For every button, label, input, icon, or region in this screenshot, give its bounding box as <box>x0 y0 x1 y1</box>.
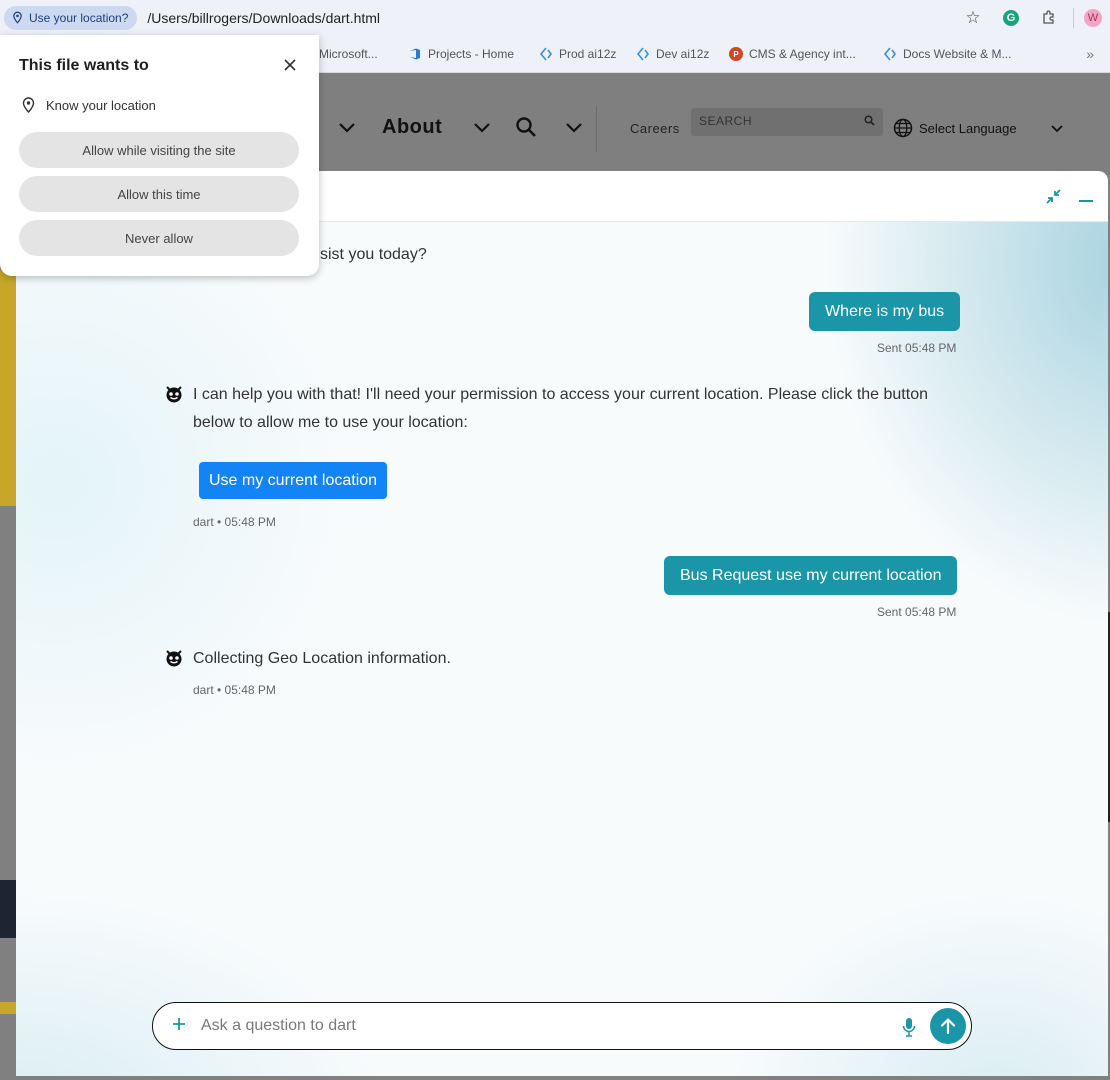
user-message-bubble: Where is my bus <box>809 292 961 331</box>
permission-request: Know your location <box>22 97 156 113</box>
bookmark-label: Prod ai12z <box>559 47 617 61</box>
azure-devops-icon <box>408 47 422 61</box>
message-meta: Sent 05:48 PM <box>877 341 957 355</box>
microphone-icon[interactable] <box>901 1017 917 1037</box>
bot-avatar-icon <box>166 386 182 403</box>
permission-request-label: Know your location <box>46 97 156 113</box>
message-meta: dart • 05:48 PM <box>193 683 276 697</box>
grammarly-icon: G <box>1003 9 1019 26</box>
message-meta: dart • 05:48 PM <box>193 515 276 529</box>
bot-avatar-icon <box>166 650 182 667</box>
greeting-message: sist you today? <box>320 246 427 263</box>
bookmark-item[interactable]: Prod ai12z <box>539 35 616 73</box>
language-selector[interactable]: Select Language <box>893 118 1017 138</box>
hero-banner-fragment <box>0 270 16 506</box>
globe-icon <box>893 118 913 138</box>
permission-title: This file wants to <box>19 57 149 74</box>
send-arrow-icon <box>940 1018 956 1035</box>
url-text[interactable]: /Users/billrogers/Downloads/dart.html <box>147 10 380 26</box>
search-icon <box>864 115 875 129</box>
chat-composer <box>152 1002 972 1050</box>
bookmark-label: CMS & Agency int... <box>749 47 856 61</box>
footer-fragment <box>0 880 16 938</box>
location-pin-icon <box>13 11 22 24</box>
bookmarks-overflow-icon[interactable]: » <box>1086 46 1094 62</box>
minimize-icon[interactable] <box>1076 187 1096 207</box>
language-label: Select Language <box>919 120 1017 136</box>
location-permission-popup: This file wants to Know your location Al… <box>0 35 319 276</box>
chat-widget: sist you today? Where is my bus Sent 05:… <box>16 171 1108 1076</box>
bookmark-item[interactable]: Projects - Home <box>408 35 514 73</box>
chevron-down-icon[interactable] <box>473 118 491 136</box>
address-bar: Use your location? /Users/billrogers/Dow… <box>0 0 1110 35</box>
powerpoint-icon: P <box>729 47 743 61</box>
grammarly-extension[interactable]: G <box>1001 8 1021 28</box>
profile-avatar[interactable]: W <box>1084 8 1102 27</box>
chevron-down-icon[interactable] <box>1050 121 1064 135</box>
user-message-bubble: Bus Request use my current location <box>664 556 958 595</box>
bookmark-item[interactable]: Docs Website & M... <box>883 35 1011 73</box>
chevron-down-icon[interactable] <box>565 118 583 136</box>
footer-stripe <box>0 1002 16 1014</box>
ai12z-icon <box>539 47 553 61</box>
location-chip-label: Use your location? <box>29 10 129 25</box>
bot-message-text: Collecting Geo Location information. <box>193 650 451 667</box>
allow-this-time-button[interactable]: Allow this time <box>19 176 299 212</box>
toolbar-separator <box>1073 7 1074 28</box>
bookmark-item[interactable]: Microsoft... <box>319 35 378 73</box>
ai12z-icon <box>636 47 650 61</box>
collapse-icon[interactable] <box>1044 187 1064 207</box>
bookmark-label: Projects - Home <box>428 47 515 61</box>
never-allow-button[interactable]: Never allow <box>19 220 299 256</box>
bookmark-label: Docs Website & M... <box>903 47 1012 61</box>
bookmark-label: Microsoft... <box>319 47 378 61</box>
nav-about[interactable]: About <box>382 116 442 139</box>
plus-icon[interactable] <box>171 1016 187 1032</box>
use-current-location-button[interactable]: Use my current location <box>199 462 388 499</box>
send-button[interactable] <box>930 1008 966 1044</box>
search-icon[interactable] <box>515 116 537 138</box>
close-icon[interactable] <box>283 58 297 72</box>
bot-message-text: I can help you with that! I'll need your… <box>193 386 928 431</box>
star-icon[interactable]: ☆ <box>963 8 983 28</box>
site-search-input[interactable]: SEARCH <box>691 108 883 136</box>
search-placeholder: SEARCH <box>699 114 753 128</box>
allow-while-visiting-button[interactable]: Allow while visiting the site <box>19 132 299 168</box>
ai12z-icon <box>883 47 897 61</box>
extensions-icon[interactable] <box>1039 8 1059 28</box>
location-pin-icon <box>22 97 35 113</box>
bookmark-item[interactable]: P CMS & Agency int... <box>729 35 856 73</box>
bookmark-item[interactable]: Dev ai12z <box>636 35 709 73</box>
nav-careers[interactable]: Careers <box>630 121 680 136</box>
chat-input[interactable] <box>201 1013 881 1039</box>
chevron-down-icon[interactable] <box>338 118 356 136</box>
bookmark-label: Dev ai12z <box>656 47 710 61</box>
location-permission-chip[interactable]: Use your location? <box>4 5 138 30</box>
message-meta: Sent 05:48 PM <box>877 605 957 619</box>
nav-divider <box>596 106 597 152</box>
